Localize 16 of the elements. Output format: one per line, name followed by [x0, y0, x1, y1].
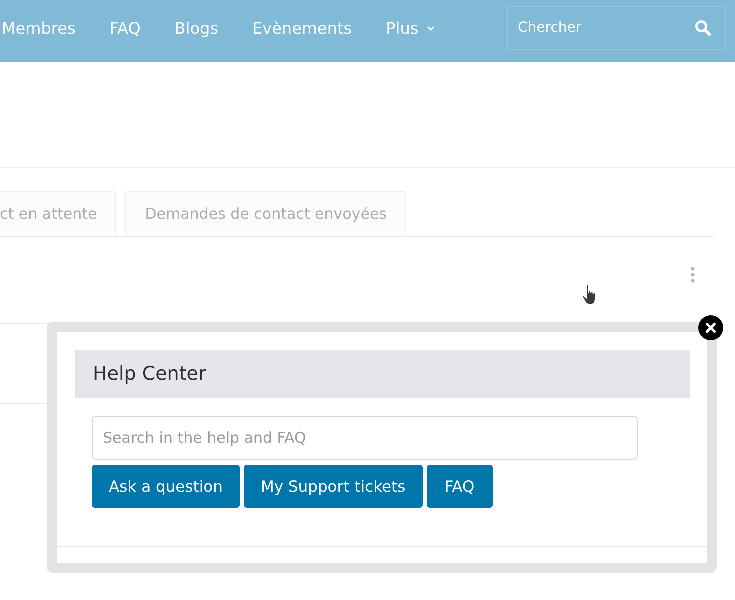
help-button[interactable]: FAQ: [426, 465, 493, 508]
nav-link[interactable]: Evènements: [252, 18, 352, 38]
more-options-icon[interactable]: [691, 267, 695, 283]
close-icon[interactable]: [698, 315, 724, 341]
tab[interactable]: Demandes de contact envoyées: [125, 191, 406, 236]
nav-link[interactable]: Blogs: [174, 18, 218, 38]
nav-link[interactable]: Plus: [386, 18, 435, 38]
nav-link[interactable]: Membres: [2, 18, 76, 38]
tab[interactable]: ct en attente: [0, 191, 116, 236]
nav-link[interactable]: FAQ: [110, 18, 141, 38]
search-icon[interactable]: [695, 20, 711, 36]
help-button[interactable]: My Support tickets: [244, 465, 423, 508]
caret-icon: [426, 26, 435, 30]
help-button[interactable]: Ask a question: [92, 465, 240, 508]
help-search-field[interactable]: Search in the help and FAQ: [92, 416, 638, 460]
help-center-title: Help Center: [93, 363, 206, 385]
